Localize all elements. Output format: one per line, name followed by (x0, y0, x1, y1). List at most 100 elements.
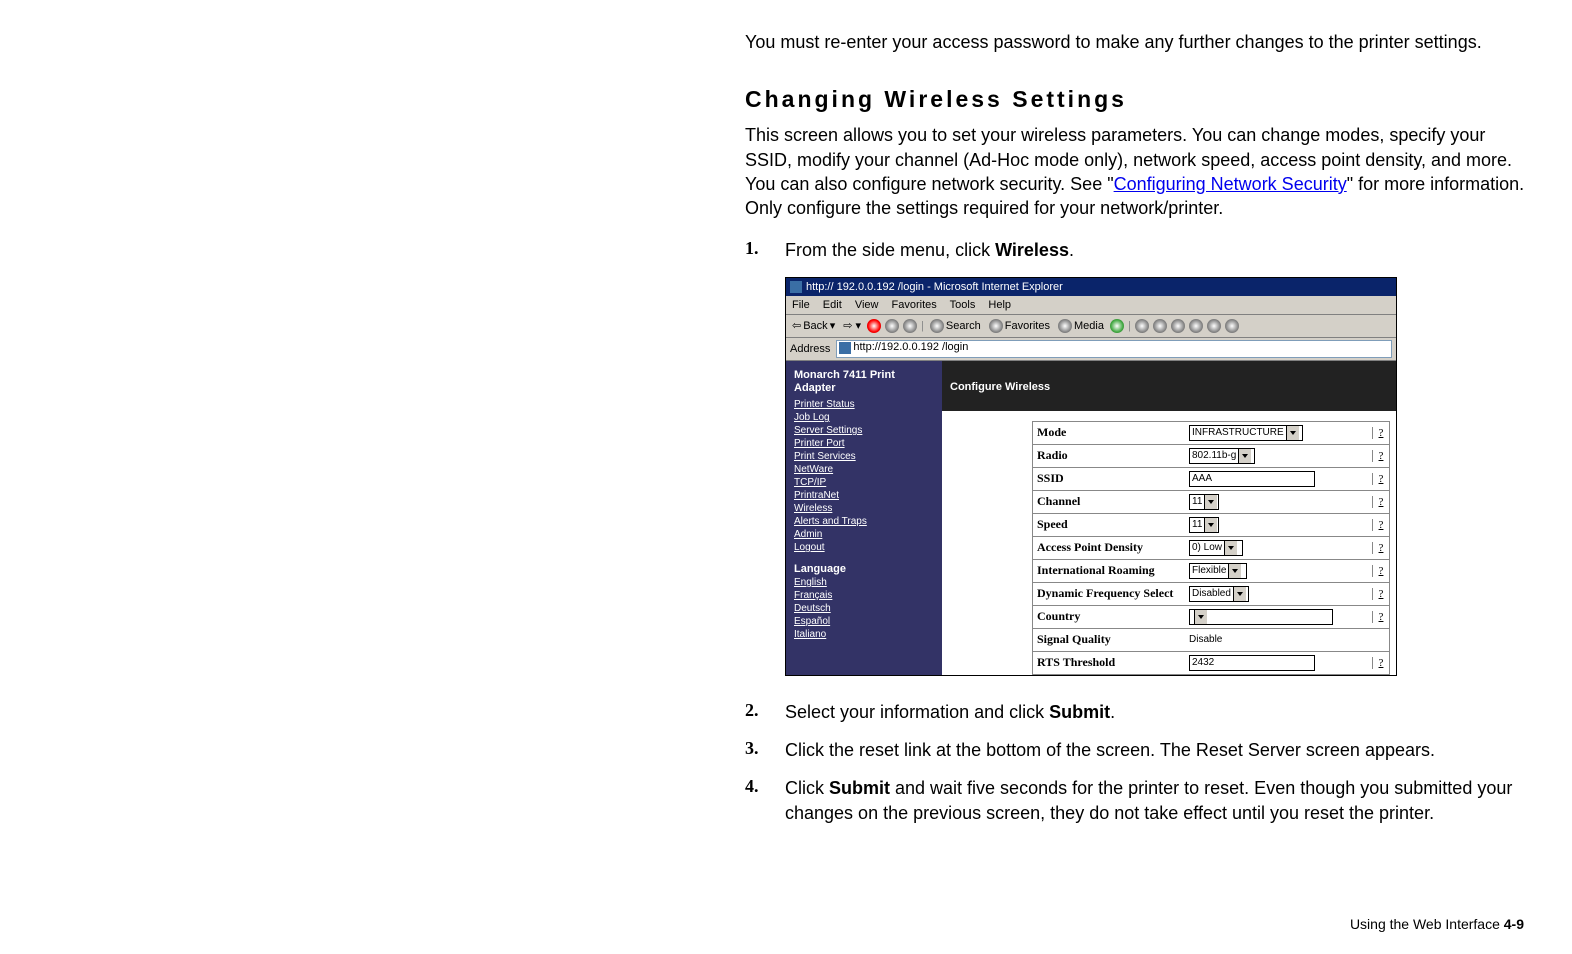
sidebar-job-log[interactable]: Job Log (794, 412, 934, 423)
misc2-icon[interactable] (1225, 319, 1239, 333)
select-field[interactable]: 11 (1189, 494, 1219, 510)
intro-paragraph: You must re-enter your access password t… (745, 30, 1535, 54)
sidebar-tcpip[interactable]: TCP/IP (794, 477, 934, 488)
help-link[interactable]: ? (1372, 473, 1389, 485)
chevron-down-icon[interactable] (1233, 587, 1246, 601)
chevron-down-icon[interactable] (1238, 449, 1251, 463)
help-link[interactable]: ? (1372, 611, 1389, 623)
step-4-text: Click Submit and wait five seconds for t… (785, 776, 1535, 825)
step-1-text: From the side menu, click Wireless. (785, 238, 1535, 262)
step-3-text: Click the reset link at the bottom of th… (785, 738, 1535, 762)
help-link[interactable]: ? (1372, 496, 1389, 508)
form-label: SSID (1033, 471, 1187, 486)
step-4-a: Click (785, 778, 829, 798)
favorites-icon (989, 319, 1003, 333)
help-link[interactable]: ? (1372, 519, 1389, 531)
media-button[interactable]: Media (1056, 319, 1106, 333)
discuss-icon[interactable] (1189, 319, 1203, 333)
history-icon[interactable] (1110, 319, 1124, 333)
address-input[interactable]: http://192.0.0.192 /login (836, 340, 1392, 358)
form-value: Disable (1187, 634, 1372, 645)
search-button[interactable]: Search (928, 319, 983, 333)
select-field[interactable]: INFRASTRUCTURE (1189, 425, 1303, 441)
menu-favorites[interactable]: Favorites (892, 299, 937, 311)
chevron-down-icon[interactable] (1224, 541, 1237, 555)
print-icon[interactable] (1153, 319, 1167, 333)
lang-espanol[interactable]: Español (794, 616, 934, 627)
step-4-b: Submit (829, 778, 890, 798)
sidebar-server-settings[interactable]: Server Settings (794, 425, 934, 436)
form-row: SSIDAAA? (1032, 467, 1390, 490)
chevron-down-icon[interactable] (1204, 518, 1217, 532)
mail-icon[interactable] (1135, 319, 1149, 333)
form-row: Country? (1032, 605, 1390, 628)
stop-icon[interactable] (867, 319, 881, 333)
misc1-icon[interactable] (1207, 319, 1221, 333)
ie-icon (790, 281, 802, 293)
sidebar-alerts[interactable]: Alerts and Traps (794, 516, 934, 527)
sidebar-wireless[interactable]: Wireless (794, 503, 934, 514)
form-label: RTS Threshold (1033, 655, 1187, 670)
chevron-down-icon[interactable] (1228, 564, 1241, 578)
form-label: Country (1033, 609, 1187, 624)
help-link[interactable]: ? (1372, 542, 1389, 554)
home-icon[interactable] (903, 319, 917, 333)
form-label: Speed (1033, 517, 1187, 532)
sidebar-title: Monarch 7411 Print Adapter (794, 369, 934, 395)
select-field[interactable]: Flexible (1189, 563, 1247, 579)
sidebar-admin[interactable]: Admin (794, 529, 934, 540)
select-field[interactable]: 802.11b-g (1189, 448, 1255, 464)
menu-edit[interactable]: Edit (823, 299, 842, 311)
menu-file[interactable]: File (792, 299, 810, 311)
configuring-security-link[interactable]: Configuring Network Security (1114, 174, 1347, 194)
form-value: 802.11b-g (1187, 448, 1372, 464)
select-field[interactable]: 0) Low (1189, 540, 1243, 556)
lang-deutsch[interactable]: Deutsch (794, 603, 934, 614)
menubar: File Edit View Favorites Tools Help (786, 296, 1396, 315)
help-link[interactable]: ? (1372, 588, 1389, 600)
form-label: Channel (1033, 494, 1187, 509)
chevron-down-icon[interactable] (1286, 426, 1299, 440)
lang-francais[interactable]: Français (794, 590, 934, 601)
static-value: Disable (1189, 634, 1222, 645)
language-heading: Language (794, 563, 934, 575)
help-link[interactable]: ? (1372, 657, 1389, 669)
form-value (1187, 609, 1372, 625)
section-heading: Changing Wireless Settings (745, 86, 1535, 113)
chevron-down-icon[interactable] (1194, 610, 1207, 624)
select-field[interactable]: Disabled (1189, 586, 1249, 602)
sidebar-printer-port[interactable]: Printer Port (794, 438, 934, 449)
lang-italiano[interactable]: Italiano (794, 629, 934, 640)
menu-view[interactable]: View (855, 299, 879, 311)
sidebar-netware[interactable]: NetWare (794, 464, 934, 475)
menu-help[interactable]: Help (988, 299, 1011, 311)
step-number-1: 1. (745, 238, 767, 262)
footer-page-number: 4-9 (1504, 916, 1524, 932)
sidebar-printer-status[interactable]: Printer Status (794, 399, 934, 410)
address-label: Address (790, 343, 832, 355)
form-row: Signal QualityDisable (1032, 628, 1390, 651)
help-link[interactable]: ? (1372, 427, 1389, 439)
form-row: Channel11? (1032, 490, 1390, 513)
form-label: Signal Quality (1033, 632, 1187, 647)
help-link[interactable]: ? (1372, 565, 1389, 577)
lang-english[interactable]: English (794, 577, 934, 588)
menu-tools[interactable]: Tools (950, 299, 976, 311)
chevron-down-icon[interactable] (1204, 495, 1217, 509)
sidebar-logout[interactable]: Logout (794, 542, 934, 553)
select-field[interactable] (1189, 609, 1333, 625)
edit-icon[interactable] (1171, 319, 1185, 333)
sidebar-printranet[interactable]: PrintraNet (794, 490, 934, 501)
form-label: Access Point Density (1033, 540, 1187, 555)
sidebar-print-services[interactable]: Print Services (794, 451, 934, 462)
text-input[interactable]: 2432 (1189, 655, 1315, 671)
favorites-button[interactable]: Favorites (987, 319, 1052, 333)
forward-button[interactable]: ⇨ ▾ (841, 319, 863, 332)
refresh-icon[interactable] (885, 319, 899, 333)
select-field[interactable]: 11 (1189, 517, 1219, 533)
step-1-c: . (1069, 240, 1074, 260)
back-button[interactable]: ⇦Back ▾ (790, 319, 837, 332)
form-row: International RoamingFlexible? (1032, 559, 1390, 582)
help-link[interactable]: ? (1372, 450, 1389, 462)
text-input[interactable]: AAA (1189, 471, 1315, 487)
